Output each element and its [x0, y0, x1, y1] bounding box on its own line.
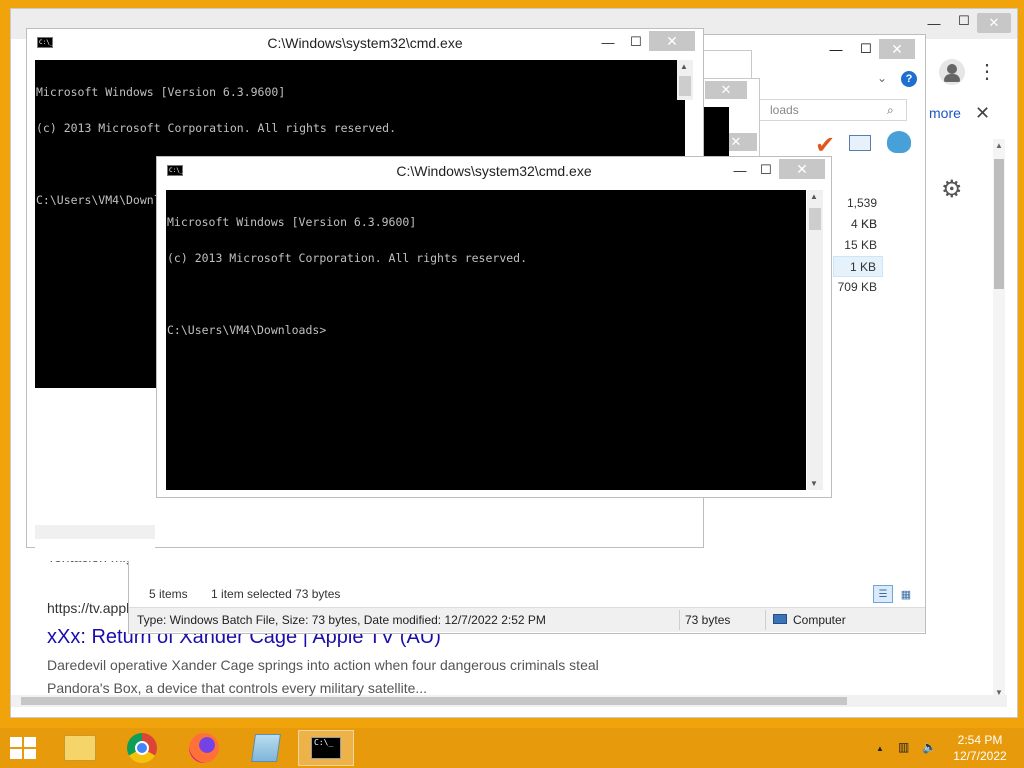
computer-icon	[773, 614, 787, 624]
file-type-info: Type: Windows Batch File, Size: 73 bytes…	[137, 613, 546, 627]
cmd-window-stacked[interactable]: ✕ ✕	[700, 78, 760, 158]
clock-time: 2:54 PM	[957, 733, 1003, 747]
taskbar-cmd[interactable]: C:\_	[298, 730, 354, 766]
selection-info: 1 item selected 73 bytes	[211, 587, 341, 601]
console-output[interactable]: Microsoft Windows [Version 6.3.9600] (c)…	[166, 190, 806, 490]
scrollbar-thumb[interactable]	[994, 159, 1004, 289]
explorer-status-bar: 5 items 1 item selected 73 bytes	[149, 587, 360, 601]
console-line: C:\Users\VM4\Downloads>	[167, 323, 327, 337]
browser-minimize-button[interactable]: —	[917, 13, 951, 33]
file-size-cell[interactable]: 1,539 KB	[833, 193, 883, 231]
console-line: (c) 2013 Microsoft Corporation. All righ…	[36, 121, 397, 135]
large-icons-view-icon[interactable]: ▦	[897, 585, 915, 603]
console-line: Microsoft Windows [Version 6.3.9600]	[167, 215, 417, 229]
properties-card-icon[interactable]	[849, 135, 871, 151]
browser-maximize-button[interactable]: ☐	[947, 11, 981, 31]
location-label: Computer	[793, 613, 846, 627]
file-size-cell[interactable]: 15 KB	[833, 235, 883, 256]
cmd-scrollbar[interactable]: ▲ ▼	[807, 190, 823, 490]
divider	[679, 610, 680, 630]
file-size-cell-selected[interactable]: 1 KB	[833, 256, 883, 277]
explorer-maximize-button[interactable]: ☐	[851, 39, 881, 59]
browser-close-button[interactable]: ✕	[977, 13, 1011, 33]
file-bytes: 73 bytes	[685, 613, 731, 627]
close-icon[interactable]: ✕	[975, 103, 990, 124]
show-hidden-icons-caret-icon[interactable]: ▲	[876, 744, 884, 753]
profile-avatar-icon[interactable]	[939, 59, 965, 85]
console-line: (c) 2013 Microsoft Corporation. All righ…	[167, 251, 528, 265]
file-size-cell[interactable]: 709 KB	[833, 277, 883, 298]
console-area	[703, 107, 729, 157]
cmd-horizontal-scrollbar[interactable]	[35, 525, 155, 539]
clock-date: 12/7/2022	[953, 749, 1007, 763]
firefox-icon	[189, 733, 219, 763]
network-icon[interactable]: ▥	[898, 740, 909, 754]
cmd-maximize-button[interactable]: ☐	[621, 33, 651, 51]
shell-icon[interactable]	[887, 131, 911, 153]
cmd-maximize-button[interactable]: ☐	[751, 161, 781, 179]
scroll-up-arrow-icon[interactable]: ▲	[680, 62, 688, 71]
search-icon[interactable]: ⌕	[887, 103, 894, 118]
cmd-icon: C:\_	[311, 737, 341, 759]
taskbar: C:\_ ▲ ▥ 🔈 2:54 PM 12/7/2022	[0, 728, 1024, 768]
result-description: Pandora's Box, a device that controls ev…	[47, 680, 428, 696]
explorer-details-bar: Type: Windows Batch File, Size: 73 bytes…	[129, 607, 925, 632]
explorer-minimize-button[interactable]: —	[821, 39, 851, 59]
settings-gear-icon[interactable]: ⚙	[941, 175, 963, 204]
taskbar-firefox[interactable]	[176, 730, 232, 766]
chrome-icon	[127, 733, 157, 763]
file-explorer-icon	[64, 735, 96, 761]
divider	[765, 610, 766, 630]
close-icon[interactable]: ✕	[705, 81, 747, 99]
result-url[interactable]: https://tv.appl	[47, 600, 129, 616]
cmd-close-button[interactable]: ✕	[779, 159, 825, 179]
explorer-close-button[interactable]: ✕	[879, 39, 915, 59]
file-size-column: 1,539 KB 4 KB 15 KB 1 KB 709 KB	[833, 193, 883, 298]
more-options-icon[interactable]: ⋮	[977, 59, 997, 84]
browser-vertical-scrollbar[interactable]: ▲ ▼	[993, 139, 1005, 699]
console-line: Microsoft Windows [Version 6.3.9600]	[36, 85, 286, 99]
cmd-minimize-button[interactable]: —	[593, 33, 623, 51]
scrollbar-thumb[interactable]	[809, 208, 821, 230]
taskbar-file-explorer[interactable]	[52, 730, 108, 766]
scroll-up-arrow-icon[interactable]: ▲	[810, 192, 818, 201]
system-clock[interactable]: 2:54 PM 12/7/2022	[948, 732, 1012, 764]
details-view-icon[interactable]: ☰	[873, 585, 893, 603]
item-count: 5 items	[149, 587, 188, 601]
more-link[interactable]: more	[929, 105, 961, 121]
scrollbar-thumb[interactable]	[679, 76, 691, 96]
start-button-windows-icon[interactable]	[10, 737, 38, 761]
cmd-close-button[interactable]: ✕	[649, 31, 695, 51]
taskbar-chrome[interactable]	[114, 730, 170, 766]
scroll-down-arrow-icon[interactable]: ▼	[810, 479, 818, 488]
file-size-cell[interactable]: 4 KB	[833, 214, 883, 235]
cmd-window-active[interactable]: C:\_ C:\Windows\system32\cmd.exe — ☐ ✕ M…	[156, 156, 832, 498]
explorer-search-input[interactable]: loads	[749, 99, 907, 121]
ribbon-expand-chevron-icon[interactable]: ⌄	[877, 71, 887, 85]
cmd-scrollbar[interactable]: ▲	[677, 60, 693, 100]
result-description: Daredevil operative Xander Cage springs …	[47, 657, 599, 673]
help-icon[interactable]: ?	[901, 71, 917, 87]
scroll-up-arrow-icon[interactable]: ▲	[995, 141, 1003, 150]
notepad-icon	[251, 734, 281, 762]
scrollbar-thumb[interactable]	[21, 697, 847, 705]
taskbar-notepad[interactable]	[238, 730, 294, 766]
volume-icon[interactable]: 🔈	[922, 740, 937, 754]
browser-horizontal-scrollbar[interactable]	[11, 695, 1007, 707]
